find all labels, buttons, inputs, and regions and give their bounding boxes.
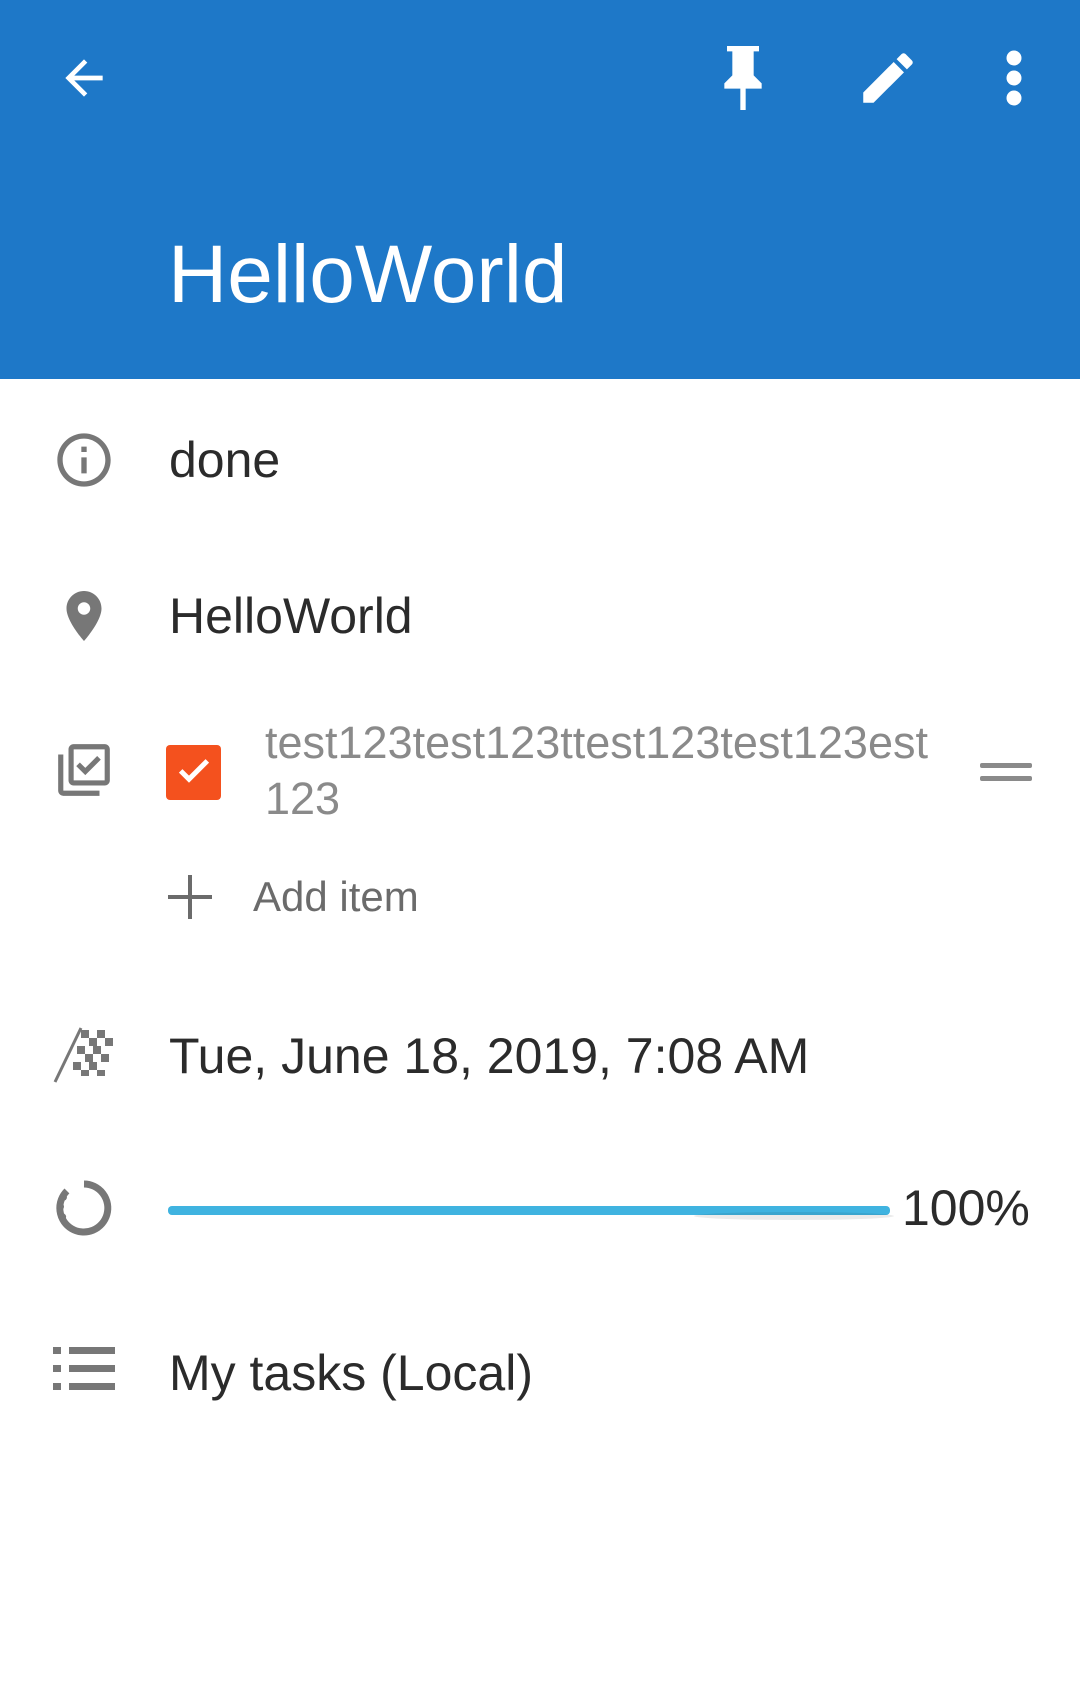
task-status: done <box>169 432 281 488</box>
checklist-item-text[interactable]: test123test123ttest123test123est123 <box>265 715 945 827</box>
location-pin-icon <box>50 582 118 650</box>
edit-pencil-icon <box>855 45 921 111</box>
task-list-name: My tasks (Local) <box>169 1345 533 1401</box>
status-row[interactable]: done <box>0 420 1080 500</box>
info-icon <box>50 426 118 494</box>
progress-thumb-shadow <box>694 1212 894 1220</box>
back-button[interactable] <box>34 28 134 128</box>
task-title: HelloWorld <box>168 229 568 320</box>
pin-button[interactable] <box>693 28 793 128</box>
more-options-button[interactable] <box>964 28 1064 128</box>
edit-button[interactable] <box>838 28 938 128</box>
pin-icon <box>718 46 768 110</box>
checkmark-icon <box>174 750 214 795</box>
plus-icon <box>168 875 212 919</box>
task-list-row[interactable]: My tasks (Local) <box>0 1335 1080 1415</box>
task-location: HelloWorld <box>169 588 413 644</box>
progress-circle-icon <box>50 1174 118 1242</box>
due-date-row[interactable]: Tue, June 18, 2019, 7:08 AM <box>0 1020 1080 1100</box>
progress-slider[interactable] <box>168 1206 894 1220</box>
drag-handle-icon[interactable] <box>980 758 1032 788</box>
checklist-item-checkbox[interactable] <box>166 745 221 800</box>
checklist-section: test123test123ttest123test123est123 Add … <box>0 715 1080 935</box>
back-arrow-icon <box>56 50 112 106</box>
location-row[interactable]: HelloWorld <box>0 580 1080 660</box>
more-vert-icon <box>1004 48 1024 108</box>
progress-row: 100% <box>0 1170 1080 1250</box>
checklist-icon <box>50 736 118 804</box>
app-bar: HelloWorld <box>0 0 1080 379</box>
list-icon <box>50 1335 118 1403</box>
add-item-label: Add item <box>253 873 419 920</box>
progress-percent-label: 100% <box>902 1180 1030 1236</box>
task-due-date: Tue, June 18, 2019, 7:08 AM <box>169 1028 810 1084</box>
add-item-button[interactable]: Add item <box>168 865 468 925</box>
checkered-flag-icon <box>50 1020 118 1088</box>
